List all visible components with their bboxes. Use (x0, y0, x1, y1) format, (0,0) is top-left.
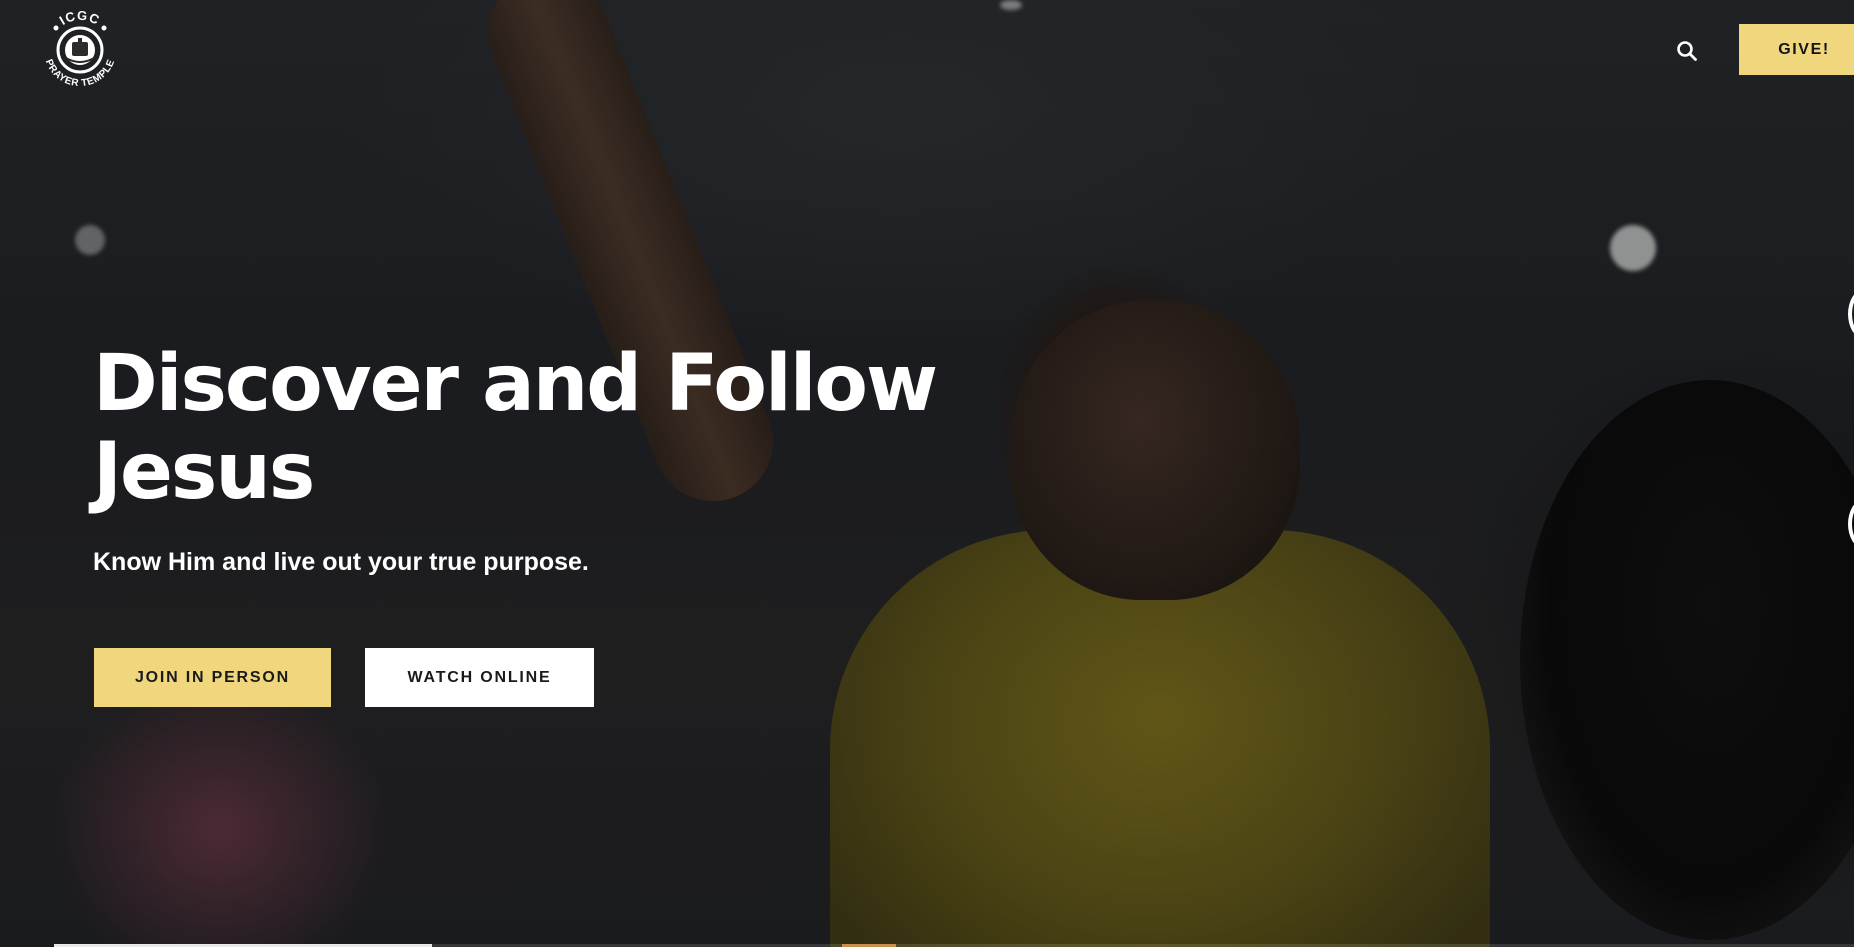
site-logo[interactable]: ICGC PRAYER TEMPLE (34, 4, 126, 96)
search-button[interactable] (1672, 36, 1702, 66)
search-icon (1677, 41, 1697, 61)
hero-headline: Discover and Follow Jesus (93, 339, 938, 517)
logo-text-top: ICGC (57, 8, 102, 28)
hero-section: ICGC PRAYER TEMPLE GIVE! Discover and Fo… (0, 0, 1854, 947)
hero-subheadline: Know Him and live out your true purpose. (93, 548, 589, 576)
give-button[interactable]: GIVE! (1739, 24, 1854, 75)
watch-online-button[interactable]: WATCH ONLINE (365, 648, 594, 707)
join-in-person-button[interactable]: JOIN IN PERSON (94, 648, 331, 707)
logo-emblem-icon: ICGC PRAYER TEMPLE (43, 8, 117, 89)
svg-text:ICGC: ICGC (57, 8, 103, 28)
